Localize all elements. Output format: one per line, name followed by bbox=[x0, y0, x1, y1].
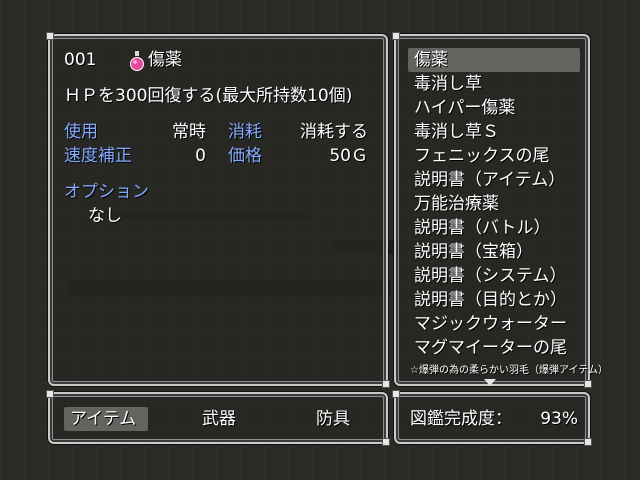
potion-icon bbox=[130, 51, 144, 71]
list-item[interactable]: ハイパー傷薬 bbox=[414, 96, 515, 120]
list-item[interactable]: 毒消し草 bbox=[414, 72, 482, 96]
list-item[interactable]: 説明書（システム） bbox=[414, 264, 567, 288]
category-window: アイテム 武器 防具 bbox=[46, 390, 390, 446]
list-item[interactable]: 説明書（目的とか） bbox=[414, 288, 567, 312]
item-number: 001 bbox=[64, 50, 97, 70]
option-label: オプション bbox=[64, 182, 149, 202]
item-detail-window: 001 傷薬 ＨＰを300回復する(最大所持数10個) 使用 常時 消耗 消耗す… bbox=[46, 32, 390, 388]
list-item[interactable]: フェニックスの尾 bbox=[414, 144, 550, 168]
list-item[interactable]: 説明書（バトル） bbox=[414, 216, 551, 240]
completion-window: 図鑑完成度： 93% bbox=[392, 390, 592, 446]
list-item[interactable]: 傷薬 bbox=[414, 48, 448, 72]
list-item[interactable]: 毒消し草Ｓ bbox=[414, 120, 499, 144]
list-item[interactable]: マジックウォーター bbox=[414, 312, 567, 336]
option-value: なし bbox=[88, 206, 122, 226]
item-name: 傷薬 bbox=[148, 50, 182, 70]
list-item[interactable]: 説明書（アイテム） bbox=[414, 168, 565, 192]
speed-value: 0 bbox=[195, 146, 206, 166]
completion-label: 図鑑完成度： bbox=[410, 409, 512, 429]
consume-label: 消耗 bbox=[228, 122, 262, 142]
completion-value: 93% bbox=[540, 409, 578, 429]
use-value: 常時 bbox=[172, 122, 206, 142]
tab-weapons[interactable]: 武器 bbox=[202, 407, 236, 431]
item-list-window[interactable]: 傷薬 毒消し草 ハイパー傷薬 毒消し草Ｓ フェニックスの尾 説明書（アイテム） 万能治療薬説… bbox=[392, 32, 608, 388]
list-item[interactable]: ☆爆弾の為の柔らかい羽毛（爆弾アイテム） bbox=[410, 360, 608, 382]
price-label: 価格 bbox=[228, 146, 262, 166]
use-label: 使用 bbox=[64, 122, 98, 142]
tab-armor[interactable]: 防具 bbox=[316, 407, 350, 431]
price-value: 50Ｇ bbox=[329, 146, 368, 166]
list-item[interactable]: マグマイーターの尾 bbox=[414, 336, 567, 360]
scroll-down-arrow-icon[interactable] bbox=[484, 379, 496, 386]
list-item[interactable]: 説明書（宝箱） bbox=[414, 240, 533, 264]
speed-label: 速度補正 bbox=[64, 146, 132, 166]
item-description: ＨＰを300回復する(最大所持数10個) bbox=[64, 86, 353, 106]
list-item[interactable]: 万能治療薬 bbox=[414, 192, 499, 216]
tab-items[interactable]: アイテム bbox=[70, 407, 136, 431]
consume-value: 消耗する bbox=[300, 122, 368, 142]
